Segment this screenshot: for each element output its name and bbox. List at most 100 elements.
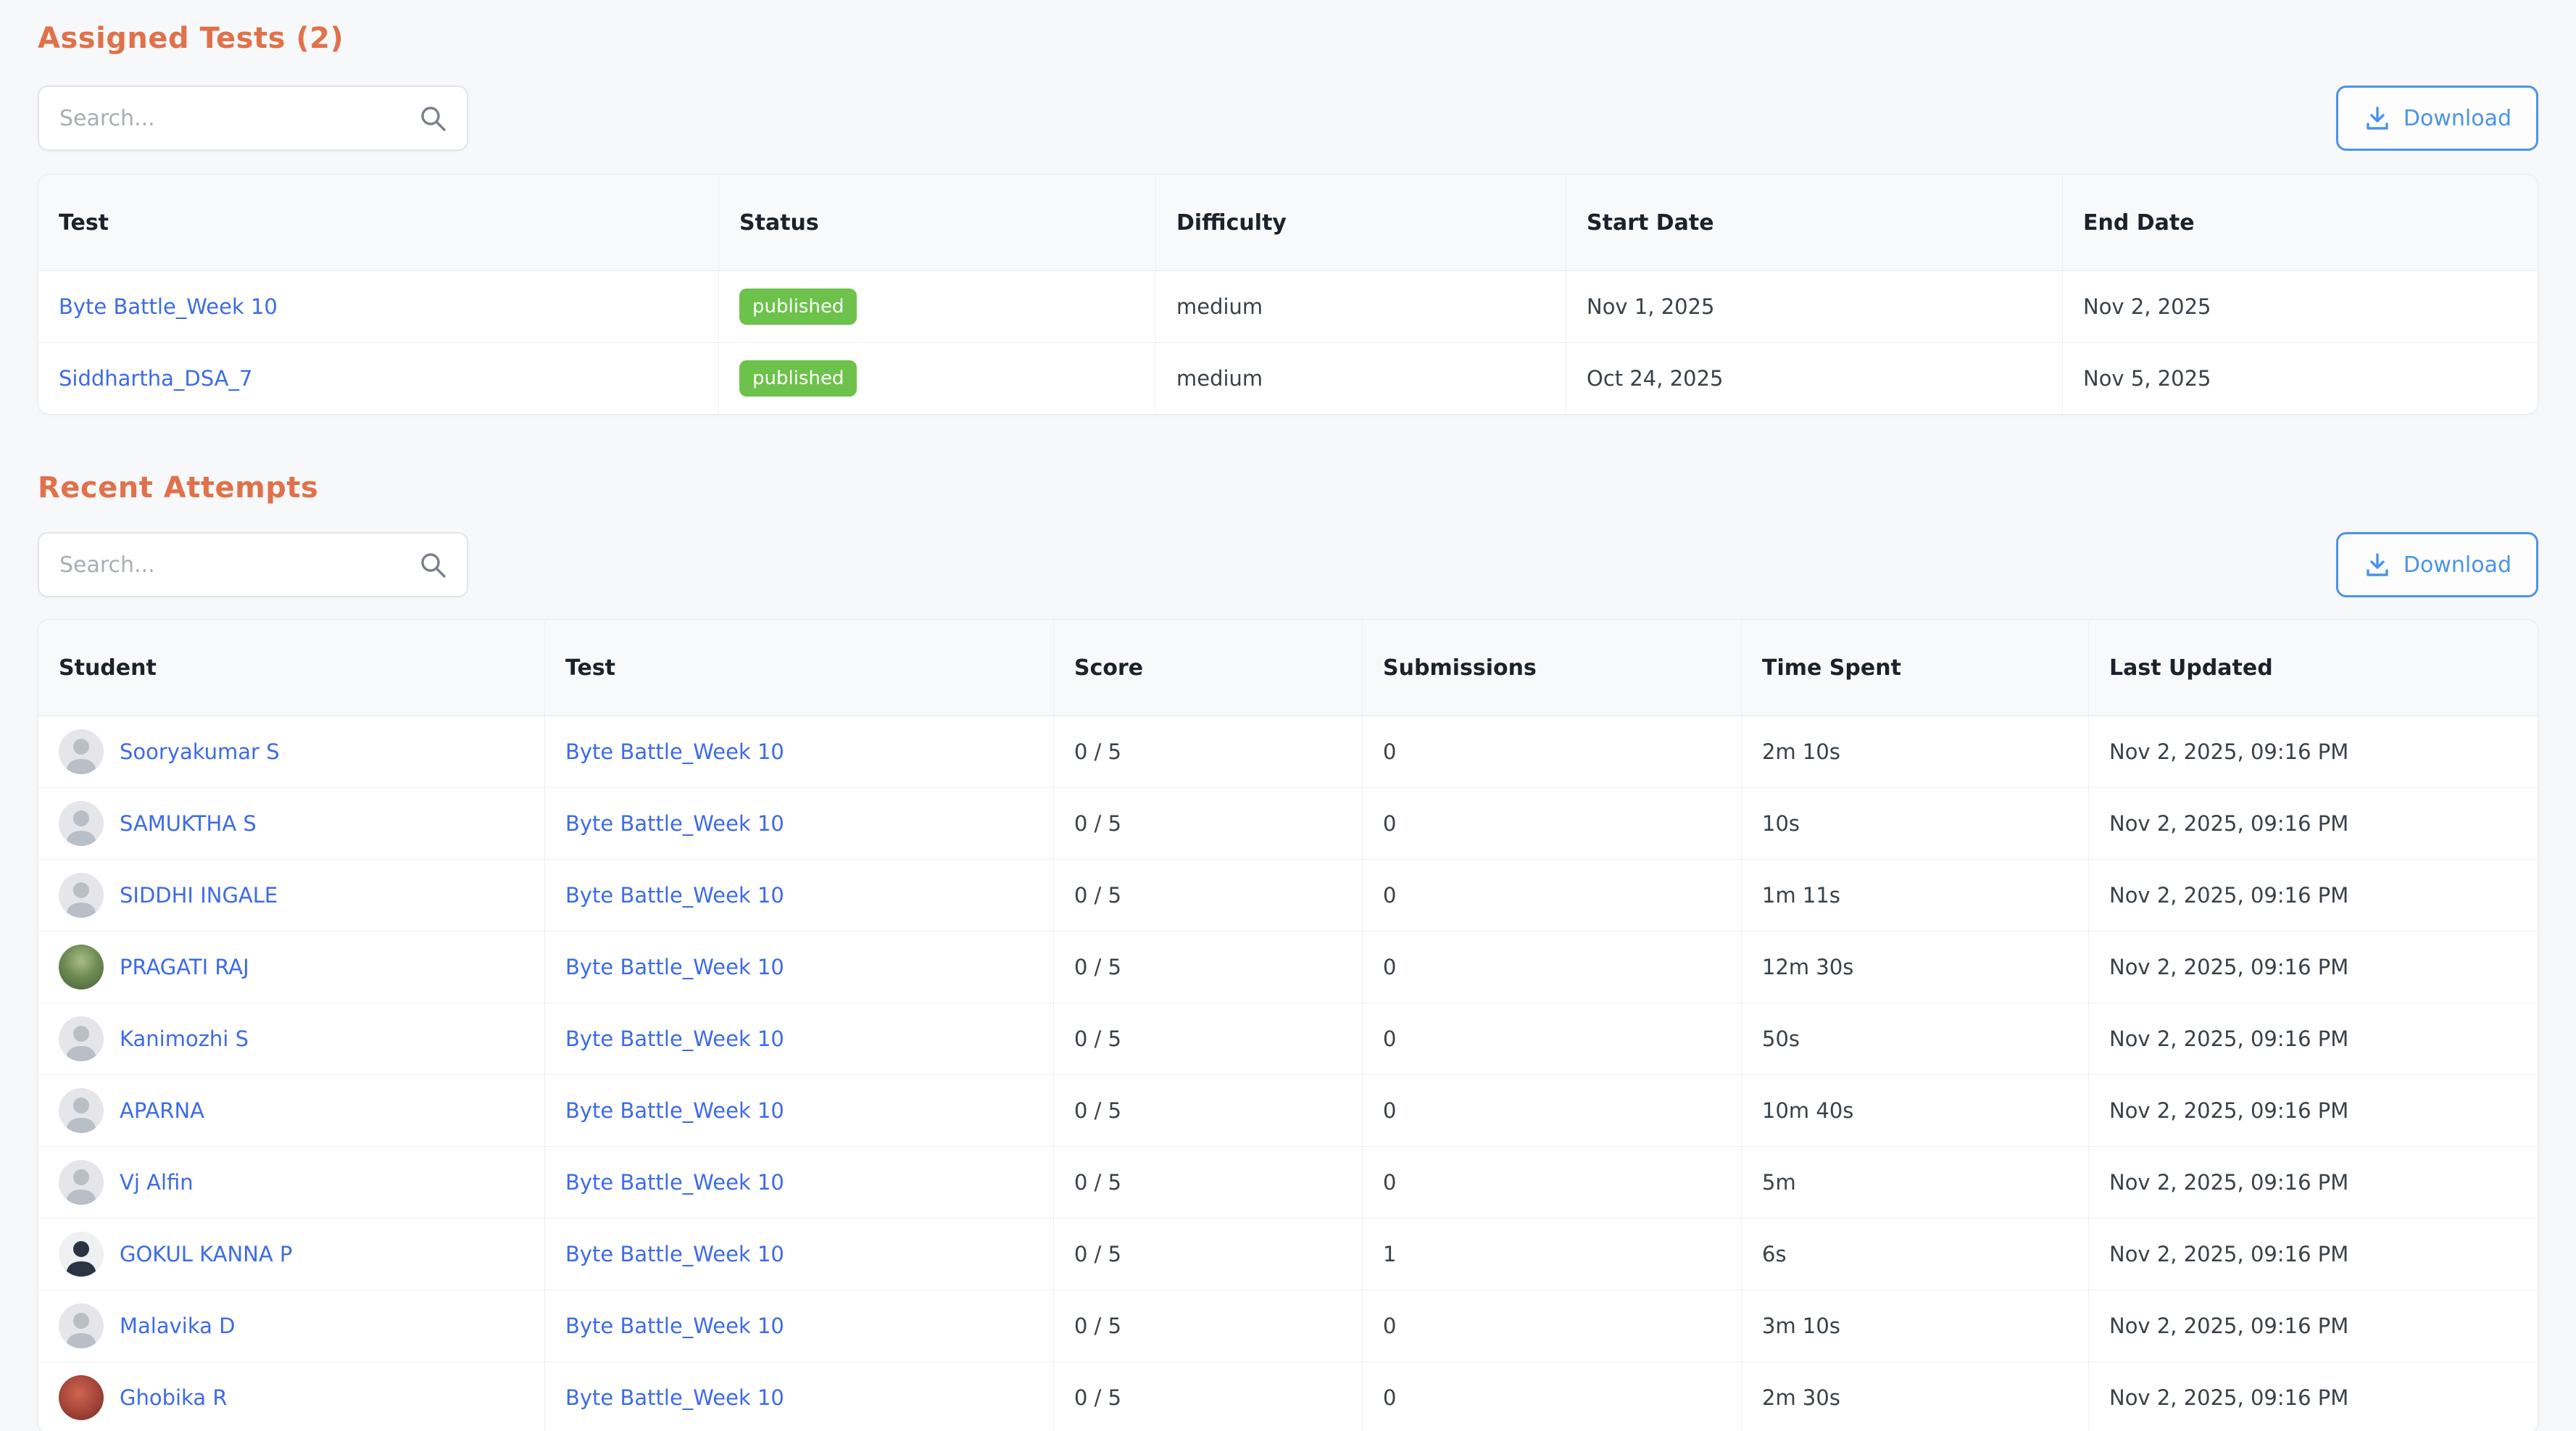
student-link[interactable]: APARNA (120, 1098, 204, 1123)
person-icon (59, 801, 104, 846)
last-updated-cell: Nov 2, 2025, 09:16 PM (2088, 1290, 2538, 1361)
student-link[interactable]: PRAGATI RAJ (120, 955, 249, 979)
test-link[interactable]: Byte Battle_Week 10 (59, 294, 278, 319)
assigned-tests-search (38, 86, 468, 151)
student-link[interactable]: Ghobika R (120, 1385, 227, 1410)
recent-attempts-table: Student Test Score Submissions Time Spen… (38, 619, 2538, 1431)
table-row: Vj Alfin Byte Battle_Week 10 0 / 5 0 5m … (38, 1146, 2538, 1218)
recent-attempts-search-input[interactable] (39, 534, 467, 596)
submissions-cell: 0 (1362, 1003, 1741, 1074)
test-link[interactable]: Siddhartha_DSA_7 (59, 366, 252, 391)
status-badge: published (739, 289, 857, 325)
test-link[interactable]: Byte Battle_Week 10 (565, 1314, 784, 1338)
avatar (59, 729, 104, 774)
last-updated-cell: Nov 2, 2025, 09:16 PM (2088, 1003, 2538, 1074)
column-header-end-date: End Date (2062, 175, 2538, 270)
submissions-cell: 0 (1362, 788, 1741, 859)
time-spent-cell: 1m 11s (1741, 860, 2088, 931)
submissions-cell: 0 (1362, 932, 1741, 1003)
column-header-status: Status (718, 175, 1155, 270)
last-updated-cell: Nov 2, 2025, 09:16 PM (2088, 1147, 2538, 1218)
score-cell: 0 / 5 (1053, 932, 1362, 1003)
table-row: Byte Battle_Week 10 published medium Nov… (38, 271, 2538, 342)
avatar (59, 945, 104, 990)
student-link[interactable]: Sooryakumar S (120, 739, 280, 764)
column-header-student: Student (38, 620, 544, 716)
score-cell: 0 / 5 (1053, 1290, 1362, 1361)
test-link[interactable]: Byte Battle_Week 10 (565, 955, 784, 979)
test-link[interactable]: Byte Battle_Week 10 (565, 1026, 784, 1051)
end-date-cell: Nov 2, 2025 (2062, 271, 2538, 342)
test-link[interactable]: Byte Battle_Week 10 (565, 1170, 784, 1195)
last-updated-cell: Nov 2, 2025, 09:16 PM (2088, 860, 2538, 931)
time-spent-cell: 5m (1741, 1147, 2088, 1218)
last-updated-cell: Nov 2, 2025, 09:16 PM (2088, 1075, 2538, 1146)
submissions-cell: 0 (1362, 716, 1741, 787)
time-spent-cell: 3m 10s (1741, 1290, 2088, 1361)
test-link[interactable]: Byte Battle_Week 10 (565, 1098, 784, 1123)
time-spent-cell: 12m 30s (1741, 932, 2088, 1003)
last-updated-cell: Nov 2, 2025, 09:16 PM (2088, 716, 2538, 787)
student-link[interactable]: Vj Alfin (120, 1170, 194, 1195)
table-row: PRAGATI RAJ Byte Battle_Week 10 0 / 5 0 … (38, 931, 2538, 1003)
student-link[interactable]: GOKUL KANNA P (120, 1242, 292, 1266)
test-link[interactable]: Byte Battle_Week 10 (565, 1242, 784, 1266)
student-link[interactable]: Malavika D (120, 1314, 235, 1338)
table-row: Kanimozhi S Byte Battle_Week 10 0 / 5 0 … (38, 1003, 2538, 1074)
student-link[interactable]: SAMUKTHA S (120, 811, 257, 836)
person-icon (59, 1160, 104, 1205)
assigned-tests-search-input[interactable] (39, 87, 467, 149)
test-link[interactable]: Byte Battle_Week 10 (565, 739, 784, 764)
test-link[interactable]: Byte Battle_Week 10 (565, 1385, 784, 1410)
score-cell: 0 / 5 (1053, 1362, 1362, 1431)
search-icon (417, 103, 448, 133)
last-updated-cell: Nov 2, 2025, 09:16 PM (2088, 932, 2538, 1003)
person-icon (59, 1303, 104, 1348)
time-spent-cell: 2m 10s (1741, 716, 2088, 787)
column-header-test: Test (38, 175, 718, 270)
test-link[interactable]: Byte Battle_Week 10 (565, 811, 784, 836)
end-date-cell: Nov 5, 2025 (2062, 343, 2538, 414)
student-link[interactable]: Kanimozhi S (120, 1026, 249, 1051)
avatar (59, 1303, 104, 1348)
recent-attempts-download-button[interactable]: Download (2336, 532, 2538, 597)
test-link[interactable]: Byte Battle_Week 10 (565, 883, 784, 908)
table-row: Ghobika R Byte Battle_Week 10 0 / 5 0 2m… (38, 1361, 2538, 1431)
person-icon (59, 1016, 104, 1061)
dashboard-page: Assigned Tests (2) Download Test Status (0, 0, 2576, 1431)
score-cell: 0 / 5 (1053, 716, 1362, 787)
assigned-tests-table: Test Status Difficulty Start Date End Da… (38, 174, 2538, 415)
score-cell: 0 / 5 (1053, 1147, 1362, 1218)
person-icon (59, 873, 104, 918)
column-header-difficulty: Difficulty (1155, 175, 1566, 270)
avatar (59, 801, 104, 846)
table-row: GOKUL KANNA P Byte Battle_Week 10 0 / 5 … (38, 1218, 2538, 1290)
table-row: APARNA Byte Battle_Week 10 0 / 5 0 10m 4… (38, 1074, 2538, 1146)
assigned-tests-download-button[interactable]: Download (2336, 86, 2538, 151)
last-updated-cell: Nov 2, 2025, 09:16 PM (2088, 1219, 2538, 1290)
assigned-tests-title: Assigned Tests (2) (38, 20, 2538, 57)
avatar (59, 873, 104, 918)
column-header-time-spent: Time Spent (1741, 620, 2088, 716)
recent-attempts-title: Recent Attempts (38, 470, 2538, 506)
submissions-cell: 0 (1362, 1290, 1741, 1361)
difficulty-cell: medium (1155, 343, 1566, 414)
table-row: SAMUKTHA S Byte Battle_Week 10 0 / 5 0 1… (38, 787, 2538, 859)
download-button-label: Download (2403, 106, 2511, 131)
submissions-cell: 0 (1362, 1075, 1741, 1146)
score-cell: 0 / 5 (1053, 1003, 1362, 1074)
score-cell: 0 / 5 (1053, 860, 1362, 931)
time-spent-cell: 10m 40s (1741, 1075, 2088, 1146)
time-spent-cell: 10s (1741, 788, 2088, 859)
difficulty-cell: medium (1155, 271, 1566, 342)
submissions-cell: 0 (1362, 860, 1741, 931)
recent-attempts-section: Recent Attempts Download Student Test (38, 470, 2538, 1431)
last-updated-cell: Nov 2, 2025, 09:16 PM (2088, 788, 2538, 859)
column-header-submissions: Submissions (1362, 620, 1741, 716)
search-icon (417, 549, 448, 580)
assigned-tests-section: Assigned Tests (2) Download Test Status (38, 20, 2538, 415)
submissions-cell: 0 (1362, 1147, 1741, 1218)
student-link[interactable]: SIDDHI INGALE (120, 883, 278, 908)
assigned-tests-toolbar: Download (38, 86, 2538, 151)
recent-attempts-toolbar: Download (38, 532, 2538, 597)
